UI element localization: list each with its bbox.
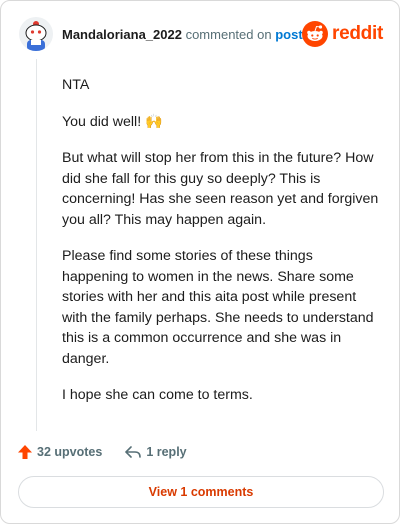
- reply-button[interactable]: 1 reply: [124, 444, 187, 460]
- comment-paragraph: Please find some stories of these things…: [62, 248, 374, 367]
- comment-paragraph: But what will stop her from this in the …: [62, 150, 379, 228]
- comment-card: Mandaloriana_2022 commented on post redd…: [0, 0, 400, 524]
- comment-paragraph: I hope she can come to terms.: [62, 387, 253, 403]
- comment-body: NTA You did well! 🙌 But what will stop h…: [62, 75, 380, 422]
- comment-meta: Mandaloriana_2022 commented on post: [62, 27, 303, 42]
- reddit-logo-icon: [302, 21, 329, 47]
- commented-on-label: commented on: [185, 27, 272, 42]
- comment-paragraph: NTA: [62, 77, 90, 93]
- reply-arrow-icon: [124, 444, 142, 460]
- reddit-wordmark: reddit: [332, 23, 383, 44]
- view-comments-button[interactable]: View 1 comments: [18, 476, 384, 508]
- comment-actions: 32 upvotes 1 reply: [17, 441, 187, 463]
- upvote-arrow-icon: [17, 444, 33, 460]
- post-link[interactable]: post: [275, 27, 302, 42]
- upvote-count: 32 upvotes: [37, 445, 103, 459]
- comment-paragraph: You did well! 🙌: [62, 113, 163, 130]
- reddit-brand[interactable]: reddit: [302, 21, 383, 47]
- upvote-button[interactable]: 32 upvotes: [17, 444, 102, 460]
- snoo-avatar-icon: [19, 17, 53, 51]
- reply-count: 1 reply: [146, 445, 187, 459]
- user-avatar[interactable]: [19, 17, 53, 51]
- username-link[interactable]: Mandaloriana_2022: [62, 27, 182, 42]
- thread-line[interactable]: [36, 59, 37, 431]
- comment-header: Mandaloriana_2022 commented on post redd…: [19, 17, 383, 53]
